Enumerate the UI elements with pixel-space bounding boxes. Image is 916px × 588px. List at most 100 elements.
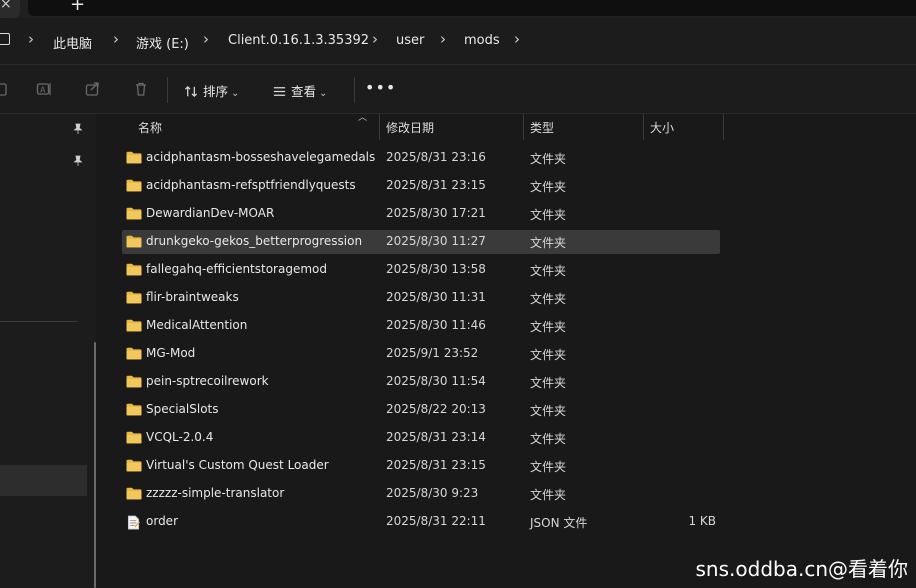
file-row[interactable]: VCQL-2.0.4 2025/8/31 23:14 文件夹 bbox=[122, 426, 720, 450]
file-name: acidphantasm-bosseshavelegamedals bbox=[146, 150, 376, 164]
file-row[interactable]: MG-Mod 2025/9/1 23:52 文件夹 bbox=[122, 342, 720, 366]
svg-text:A: A bbox=[40, 86, 46, 95]
file-modified-date: 2025/8/30 17:21 bbox=[386, 206, 486, 220]
breadcrumb-separator-icon[interactable]: › bbox=[514, 30, 520, 48]
file-name: MG-Mod bbox=[146, 346, 196, 360]
rename-icon[interactable]: A bbox=[36, 81, 52, 97]
file-row[interactable]: acidphantasm-bosseshavelegamedals 2025/8/… bbox=[122, 146, 720, 170]
file-modified-date: 2025/8/31 23:15 bbox=[386, 458, 486, 472]
command-bar: A 排序 ⌄ 查看 ⌄ ••• bbox=[0, 65, 916, 114]
file-row[interactable]: SpecialSlots 2025/8/22 20:13 文件夹 bbox=[122, 398, 720, 422]
file-modified-date: 2025/8/31 23:16 bbox=[386, 150, 486, 164]
nav-scrollbar[interactable] bbox=[94, 342, 96, 588]
file-type: 文件夹 bbox=[530, 488, 567, 502]
pin-icon[interactable] bbox=[72, 155, 84, 167]
file-name: order bbox=[146, 514, 178, 528]
file-type: 文件夹 bbox=[530, 460, 567, 474]
column-resize-handle[interactable] bbox=[523, 114, 524, 140]
column-resize-handle[interactable] bbox=[723, 114, 724, 140]
file-row[interactable]: MedicalAttention 2025/8/30 11:46 文件夹 bbox=[122, 314, 720, 338]
file-type: 文件夹 bbox=[530, 264, 567, 278]
share-icon[interactable] bbox=[85, 81, 101, 97]
pin-icon[interactable] bbox=[72, 123, 84, 135]
nav-divider bbox=[0, 321, 78, 322]
column-resize-handle[interactable] bbox=[643, 114, 644, 140]
file-type: 文件夹 bbox=[530, 180, 567, 194]
column-header-name[interactable]: 名称 bbox=[138, 119, 162, 136]
column-header-type[interactable]: 类型 bbox=[530, 119, 554, 136]
navigation-pane bbox=[0, 114, 96, 588]
file-modified-date: 2025/8/30 9:23 bbox=[386, 486, 479, 500]
sort-button[interactable]: 排序 ⌄ bbox=[184, 81, 239, 99]
active-tab[interactable]: × bbox=[0, 0, 20, 18]
folder-icon bbox=[126, 403, 142, 416]
file-name: drunkgeko-gekos_betterprogression bbox=[146, 234, 363, 248]
column-header-row: ︿ 名称 修改日期 类型 大小 bbox=[108, 113, 916, 140]
file-name: MedicalAttention bbox=[146, 318, 248, 332]
file-row[interactable]: drunkgeko-gekos_betterprogression 2025/8/… bbox=[122, 230, 720, 254]
folder-icon bbox=[126, 151, 142, 164]
file-modified-date: 2025/8/31 23:14 bbox=[386, 430, 486, 444]
toolbar-divider bbox=[354, 77, 355, 103]
file-modified-date: 2025/9/1 23:52 bbox=[386, 346, 479, 360]
file-modified-date: 2025/8/31 22:11 bbox=[386, 514, 486, 528]
breadcrumb-this-pc[interactable]: 此电脑 bbox=[53, 33, 92, 52]
file-type: 文件夹 bbox=[530, 432, 567, 446]
file-name: acidphantasm-refsptfriendlyquests bbox=[146, 178, 356, 192]
nav-item-selected[interactable] bbox=[0, 465, 87, 496]
file-name: fallegahq-efficientstoragemod bbox=[146, 262, 327, 276]
breadcrumb-separator-icon[interactable]: › bbox=[113, 30, 119, 48]
file-modified-date: 2025/8/30 11:46 bbox=[386, 318, 486, 332]
file-row[interactable]: order 2025/8/31 22:11 JSON 文件 1 KB bbox=[122, 510, 720, 534]
file-row[interactable]: acidphantasm-refsptfriendlyquests 2025/8/… bbox=[122, 174, 720, 198]
folder-icon bbox=[126, 347, 142, 360]
file-type: 文件夹 bbox=[530, 208, 567, 222]
breadcrumb-drive-e[interactable]: 游戏 (E:) bbox=[136, 33, 189, 52]
file-row[interactable]: flir-braintweaks 2025/8/30 11:31 文件夹 bbox=[122, 286, 720, 310]
column-header-size[interactable]: 大小 bbox=[650, 119, 674, 136]
breadcrumb-user[interactable]: user bbox=[396, 33, 424, 48]
file-type: 文件夹 bbox=[530, 236, 567, 250]
cut-icon[interactable] bbox=[0, 81, 10, 97]
file-type: 文件夹 bbox=[530, 404, 567, 418]
view-button[interactable]: 查看 ⌄ bbox=[272, 81, 327, 99]
more-options-icon[interactable]: ••• bbox=[365, 78, 396, 97]
column-header-modified[interactable]: 修改日期 bbox=[386, 119, 434, 136]
new-tab-icon[interactable]: + bbox=[70, 0, 85, 15]
file-row[interactable]: zzzzz-simple-translator 2025/8/30 9:23 文件夹 bbox=[122, 482, 720, 506]
file-type: 文件夹 bbox=[530, 292, 567, 306]
file-type: 文件夹 bbox=[530, 348, 567, 362]
file-name: DewardianDev-MOAR bbox=[146, 206, 275, 220]
watermark-text: sns.oddba.cn@看着你 bbox=[695, 557, 908, 581]
folder-icon bbox=[126, 235, 142, 248]
breadcrumb-client-folder[interactable]: Client.0.16.1.3.35392 bbox=[228, 33, 369, 48]
breadcrumb-separator-icon[interactable]: › bbox=[28, 30, 34, 48]
file-row[interactable]: Virtual's Custom Quest Loader 2025/8/31 2… bbox=[122, 454, 720, 478]
file-type: JSON 文件 bbox=[530, 516, 588, 530]
file-row[interactable]: DewardianDev-MOAR 2025/8/30 17:21 文件夹 bbox=[122, 202, 720, 226]
breadcrumb-separator-icon[interactable]: › bbox=[203, 30, 209, 48]
chevron-down-icon: ⌄ bbox=[231, 88, 240, 99]
folder-icon bbox=[126, 207, 142, 220]
file-row[interactable]: fallegahq-efficientstoragemod 2025/8/30 1… bbox=[122, 258, 720, 282]
this-pc-icon[interactable] bbox=[0, 33, 10, 45]
breadcrumb-separator-icon[interactable]: › bbox=[440, 30, 446, 48]
file-row[interactable]: pein-sptrecoilrework 2025/8/30 11:54 文件夹 bbox=[122, 370, 720, 394]
file-name: zzzzz-simple-translator bbox=[146, 486, 285, 500]
close-tab-icon[interactable]: × bbox=[0, 0, 12, 12]
file-type: 文件夹 bbox=[530, 376, 567, 390]
column-resize-handle[interactable] bbox=[379, 114, 380, 140]
sort-label: 排序 bbox=[203, 84, 229, 99]
file-name: flir-braintweaks bbox=[146, 290, 239, 304]
address-bar[interactable]: › 此电脑 › 游戏 (E:) › Client.0.16.1.3.35392 … bbox=[0, 18, 916, 65]
breadcrumb-mods[interactable]: mods bbox=[464, 33, 500, 48]
delete-icon[interactable] bbox=[133, 81, 149, 97]
toolbar-divider bbox=[167, 77, 168, 103]
breadcrumb-separator-icon[interactable]: › bbox=[372, 30, 378, 48]
file-modified-date: 2025/8/22 20:13 bbox=[386, 402, 486, 416]
folder-icon bbox=[126, 319, 142, 332]
chevron-down-icon: ⌄ bbox=[319, 88, 328, 99]
folder-icon bbox=[126, 375, 142, 388]
file-name: VCQL-2.0.4 bbox=[146, 430, 214, 444]
file-name: Virtual's Custom Quest Loader bbox=[146, 458, 329, 472]
